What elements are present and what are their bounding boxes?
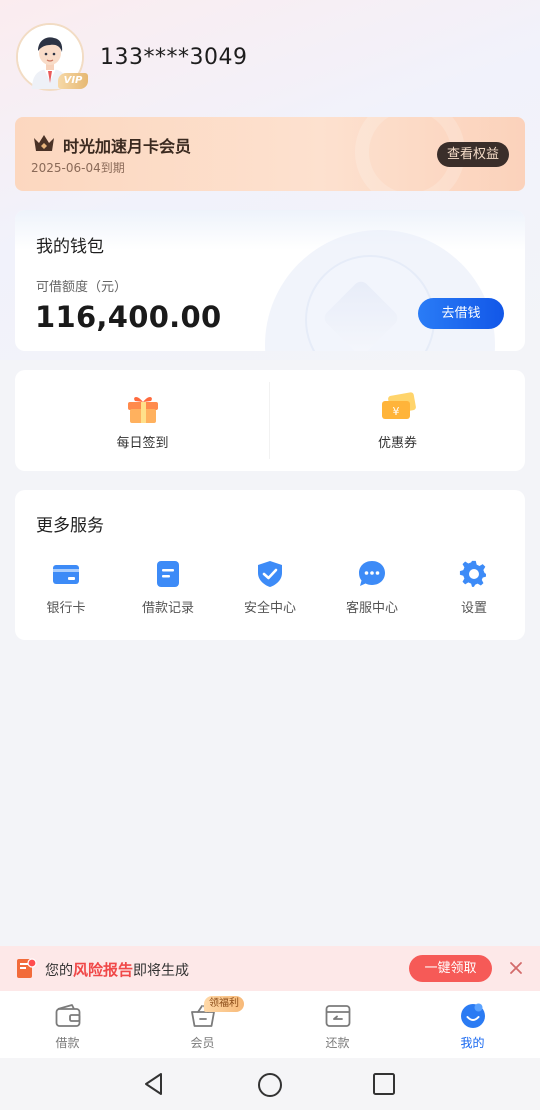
- tab-label: 我的: [460, 1036, 485, 1050]
- card-icon: [325, 1005, 350, 1027]
- system-navigation-bar: [0, 1058, 540, 1110]
- vip-card-title: 时光加速月卡会员: [63, 137, 192, 156]
- phone-number: 133****3049: [100, 44, 248, 70]
- vip-badge: VIP: [58, 73, 88, 89]
- notice-text: 您的风险报告即将生成: [45, 959, 189, 980]
- more-services-card: 更多服务 银行卡 借款记录 安全中心 客服中心 设置: [15, 490, 525, 640]
- shield-check-icon: [258, 561, 282, 587]
- view-rights-button[interactable]: 查看权益: [437, 142, 509, 167]
- vip-membership-card[interactable]: 时光加速月卡会员 2025-06-04到期 查看权益: [15, 117, 525, 191]
- avatar[interactable]: VIP: [16, 23, 88, 91]
- notice-highlight: 风险报告: [73, 961, 134, 979]
- document-icon: [157, 561, 179, 587]
- more-services-title: 更多服务: [36, 516, 104, 536]
- chat-bubble-icon: [359, 561, 385, 586]
- tab-label: 还款: [325, 1036, 350, 1050]
- tab-badge: 领福利: [204, 996, 244, 1012]
- divider: [269, 382, 270, 459]
- coupon-button[interactable]: ¥ 优惠券: [270, 370, 525, 471]
- borrow-button[interactable]: 去借钱: [418, 298, 504, 329]
- service-loan-records[interactable]: 借款记录: [117, 559, 219, 616]
- tab-borrow[interactable]: 借款: [0, 991, 135, 1058]
- one-click-claim-button[interactable]: 一键领取: [409, 955, 492, 982]
- credit-limit-amount: 116,400.00: [35, 300, 222, 334]
- service-customer-center[interactable]: 客服中心: [321, 559, 423, 616]
- tab-label: 会员: [190, 1036, 215, 1050]
- service-label: 设置: [460, 601, 487, 616]
- service-security-center[interactable]: 安全中心: [219, 559, 321, 616]
- quick-action-label: 每日签到: [116, 436, 169, 451]
- daily-checkin-button[interactable]: 每日签到: [15, 370, 270, 471]
- report-icon: [17, 958, 37, 978]
- services-row: 银行卡 借款记录 安全中心 客服中心 设置: [15, 559, 525, 616]
- wallet-icon: [55, 1004, 80, 1027]
- credit-limit-label: 可借额度（元）: [36, 280, 128, 295]
- service-label: 借款记录: [141, 601, 194, 616]
- gift-icon: [127, 396, 158, 423]
- back-icon[interactable]: [141, 1071, 167, 1097]
- bank-card-icon: [53, 565, 79, 584]
- bottom-tab-bar: 借款 领福利 会员 还款 我的: [0, 991, 540, 1058]
- tab-label: 借款: [55, 1036, 80, 1050]
- wallet-card: 我的钱包 可借额度（元） 116,400.00 去借钱: [15, 210, 525, 351]
- quick-action-label: 优惠券: [377, 436, 417, 451]
- service-label: 安全中心: [243, 601, 296, 616]
- home-icon[interactable]: [256, 1071, 284, 1099]
- quick-actions-card: 每日签到 ¥ 优惠券: [15, 370, 525, 471]
- tab-membership[interactable]: 领福利 会员: [135, 991, 270, 1058]
- close-icon[interactable]: [508, 960, 524, 976]
- gear-icon: [459, 560, 486, 587]
- service-label: 银行卡: [46, 601, 86, 616]
- profile-section[interactable]: VIP 133****3049: [16, 22, 247, 92]
- notice-prefix: 您的: [45, 963, 73, 979]
- smile-icon: [460, 1003, 485, 1028]
- service-label: 客服中心: [345, 601, 398, 616]
- coupon-icon: ¥: [381, 392, 416, 419]
- service-settings[interactable]: 设置: [423, 559, 525, 616]
- tab-repay[interactable]: 还款: [270, 991, 405, 1058]
- wallet-title: 我的钱包: [36, 237, 104, 257]
- svg-text:¥: ¥: [392, 405, 399, 418]
- service-bank-card[interactable]: 银行卡: [15, 559, 117, 616]
- recent-apps-icon[interactable]: [372, 1072, 396, 1096]
- crown-icon: [34, 135, 54, 151]
- risk-report-notice[interactable]: 您的风险报告即将生成 一键领取: [0, 946, 540, 991]
- notice-suffix: 即将生成: [133, 963, 190, 979]
- vip-expire-date: 2025-06-04到期: [31, 161, 125, 175]
- tab-mine[interactable]: 我的: [405, 991, 540, 1058]
